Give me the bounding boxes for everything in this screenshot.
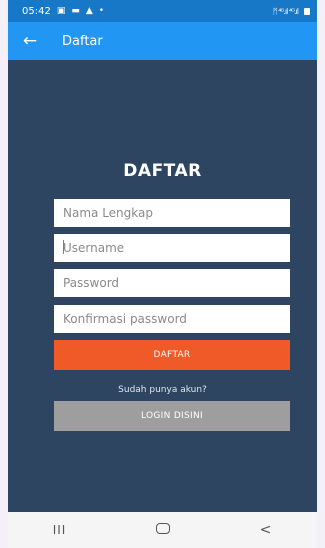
app-bar: ← Daftar [8,22,317,60]
home-icon [155,523,170,534]
full-name-field[interactable] [54,199,290,227]
status-left: 05:42 ▣ ▬ ▲ • [22,6,104,17]
recent-apps-icon[interactable]: III [30,523,90,537]
form-heading: DAFTAR [123,161,202,181]
phone-screen: 05:42 ▣ ▬ ▲ • ᛗ ⁴ᴳ.ıl ⁴ᴳ.ıl ← Daftar DAF… [8,0,317,548]
status-time: 05:42 [22,5,51,17]
have-account-text: Sudah punya akun? [118,385,207,395]
arrow-left-icon[interactable]: ← [12,22,48,60]
message-icon: ▣ [56,5,66,16]
home-button[interactable] [133,522,193,538]
status-bar: 05:42 ▣ ▬ ▲ • ᛗ ⁴ᴳ.ıl ⁴ᴳ.ıl [8,0,317,22]
password-field[interactable] [54,269,290,297]
system-nav-bar: III < [8,512,317,548]
login-button[interactable]: LOGIN DISINI [54,401,290,431]
register-button[interactable]: DAFTAR [54,340,290,370]
text-cursor [63,240,64,254]
dot-icon: • [98,5,105,16]
confirm-password-field[interactable] [54,305,290,333]
username-field[interactable] [54,234,290,262]
page-title: Daftar [62,33,103,49]
status-right: ᛗ ⁴ᴳ.ıl ⁴ᴳ.ıl [273,7,310,16]
system-back-icon[interactable]: < [236,522,296,538]
signal-icon: ᛗ ⁴ᴳ.ıl ⁴ᴳ.ıl [272,6,299,16]
battery-icon [304,7,310,15]
register-form-container: DAFTAR DAFTAR Sudah punya akun? LOGIN DI… [8,60,317,512]
cast-icon: ▬ [71,5,80,16]
alert-icon: ▲ [85,5,93,16]
